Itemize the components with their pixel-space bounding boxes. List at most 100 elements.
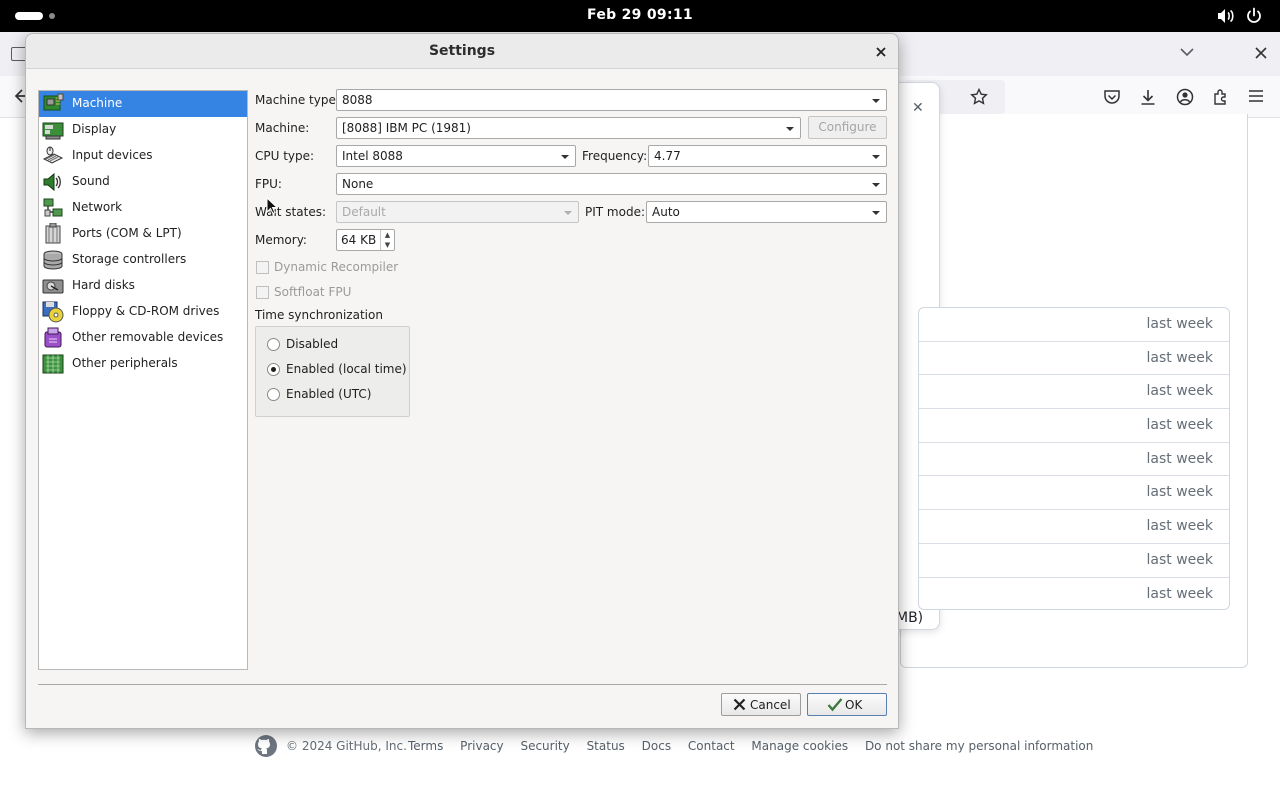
category-sound[interactable]: Sound	[39, 169, 247, 195]
dropdown-arrow-icon	[561, 155, 569, 159]
input-devices-icon	[42, 145, 64, 167]
softfloat-fpu-checkbox[interactable]	[256, 286, 269, 299]
category-machine[interactable]: Machine	[39, 91, 247, 117]
commit-date: last week	[1146, 417, 1214, 434]
footer-link-terms[interactable]: Terms	[408, 739, 443, 753]
dialog-titlebar[interactable]: Settings	[26, 34, 898, 69]
dialog-title: Settings	[428, 43, 496, 59]
memory-spinbox[interactable]: 64 KB ▲ ▼	[336, 229, 395, 251]
hard-disk-icon	[42, 275, 64, 297]
table-row[interactable]: last week	[919, 578, 1229, 610]
table-row[interactable]: last week	[919, 544, 1229, 578]
ports-icon	[42, 222, 64, 245]
radio-utc-label: Enabled (UTC)	[286, 387, 372, 401]
footer-link-privacy[interactable]: Privacy	[460, 739, 503, 753]
menu-icon[interactable]	[1248, 88, 1264, 107]
radio-disabled-label: Disabled	[286, 337, 339, 351]
table-row[interactable]: last week	[919, 342, 1229, 376]
commit-date: last week	[1146, 316, 1214, 332]
ok-check-icon	[827, 697, 843, 715]
commit-date: last week	[1146, 518, 1214, 535]
pit-mode-select[interactable]: Auto	[646, 201, 887, 223]
category-label: Input devices	[72, 148, 153, 162]
ok-button[interactable]: OK	[807, 693, 887, 716]
close-icon[interactable]	[872, 43, 890, 61]
frequency-select[interactable]: 4.77	[648, 145, 887, 167]
floppy-cdrom-icon	[42, 301, 64, 323]
table-row[interactable]: last week	[919, 375, 1229, 410]
category-floppy-cdrom[interactable]: Floppy & CD-ROM drives	[39, 299, 247, 325]
github-logo-icon[interactable]	[254, 734, 278, 761]
bookmark-star-icon[interactable]	[970, 87, 988, 109]
table-row[interactable]: last week	[919, 443, 1229, 477]
category-display[interactable]: Display	[39, 117, 247, 143]
cancel-label: Cancel	[750, 698, 791, 712]
footer-link-contact[interactable]: Contact	[688, 739, 735, 753]
machine-select[interactable]: [8088] IBM PC (1981)	[336, 117, 801, 139]
commit-date: last week	[1146, 349, 1214, 366]
dynamic-recompiler-label: Dynamic Recompiler	[274, 260, 399, 274]
clock[interactable]: Feb 29 09:11	[0, 7, 1280, 23]
ok-label: OK	[845, 698, 863, 712]
machine-type-value: 8088	[342, 93, 373, 107]
category-input-devices[interactable]: Input devices	[39, 143, 247, 169]
cpu-type-label: CPU type:	[255, 149, 315, 163]
chevron-down-icon[interactable]	[1180, 46, 1194, 60]
dropdown-arrow-icon	[872, 211, 880, 215]
memory-value: 64 KB	[341, 233, 377, 247]
dropdown-arrow-icon	[872, 183, 880, 187]
radio-utc[interactable]	[267, 388, 280, 401]
category-label: Other peripherals	[72, 356, 178, 370]
category-other-removable[interactable]: Other removable devices	[39, 325, 247, 351]
configure-button[interactable]: Configure	[808, 116, 887, 139]
radio-local-time[interactable]	[267, 363, 280, 376]
pocket-icon[interactable]	[1103, 88, 1121, 109]
wait-states-select[interactable]: Default	[336, 201, 579, 223]
cpu-type-select[interactable]: Intel 8088	[336, 145, 576, 167]
footer-link-status[interactable]: Status	[587, 739, 625, 753]
spin-down-icon[interactable]: ▼	[380, 240, 394, 250]
category-label: Ports (COM & LPT)	[72, 226, 182, 240]
category-label: Floppy & CD-ROM drives	[72, 304, 220, 318]
download-icon[interactable]	[1139, 88, 1157, 109]
category-hard-disks[interactable]: Hard disks	[39, 273, 247, 299]
spin-up-icon[interactable]: ▲	[380, 230, 394, 240]
category-label: Machine	[72, 96, 123, 110]
volume-icon[interactable]	[1216, 8, 1236, 27]
table-row[interactable]: last week	[919, 476, 1229, 511]
close-icon[interactable]	[1255, 47, 1267, 62]
wait-states-value: Default	[342, 205, 386, 219]
footer-link-do-not-share[interactable]: Do not share my personal information	[865, 739, 1093, 753]
footer-link-docs[interactable]: Docs	[642, 739, 671, 753]
category-network[interactable]: Network	[39, 195, 247, 221]
commit-date: last week	[1146, 551, 1214, 568]
power-icon[interactable]	[1245, 7, 1263, 28]
radio-disabled[interactable]	[267, 338, 280, 351]
category-storage-controllers[interactable]: Storage controllers	[39, 247, 247, 273]
category-ports[interactable]: Ports (COM & LPT)	[39, 221, 247, 247]
file-list: last week last week last week last week …	[918, 307, 1230, 610]
machine-type-label: Machine type:	[255, 93, 340, 107]
dynamic-recompiler-checkbox[interactable]	[256, 261, 269, 274]
dropdown-arrow-icon	[564, 211, 572, 215]
account-icon[interactable]	[1176, 88, 1194, 109]
commit-date: last week	[1146, 484, 1214, 501]
fpu-select[interactable]: None	[336, 173, 887, 195]
commit-date: last week	[1146, 383, 1214, 400]
display-icon	[42, 119, 64, 141]
table-row[interactable]: last week	[919, 409, 1229, 443]
footer-link-cookies[interactable]: Manage cookies	[751, 739, 848, 753]
category-label: Sound	[72, 174, 110, 188]
extensions-icon[interactable]	[1212, 88, 1230, 109]
system-top-bar: Feb 29 09:11	[0, 0, 1280, 32]
footer-link-security[interactable]: Security	[520, 739, 569, 753]
frequency-label: Frequency:	[582, 149, 648, 163]
category-other-peripherals[interactable]: Other peripherals	[39, 351, 247, 377]
machine-type-select[interactable]: 8088	[336, 89, 887, 111]
close-icon[interactable]: ✕	[912, 100, 924, 116]
table-row[interactable]: last week	[919, 510, 1229, 544]
pit-mode-value: Auto	[652, 205, 680, 219]
cancel-button[interactable]: Cancel	[721, 693, 801, 716]
dropdown-arrow-icon	[786, 127, 794, 131]
table-row[interactable]: last week	[919, 308, 1229, 342]
